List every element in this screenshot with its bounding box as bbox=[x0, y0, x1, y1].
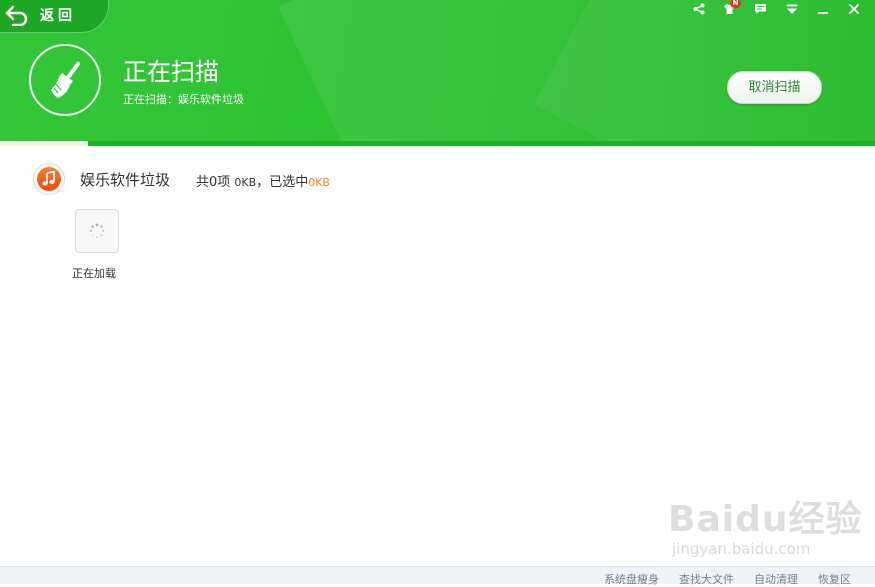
cancel-scan-button[interactable]: 取消扫描 bbox=[727, 71, 822, 104]
watermark-logo: Baidu经验 bbox=[668, 499, 863, 540]
footer-links: 系统盘瘦身 查找大文件 自动清理 恢复区 bbox=[604, 571, 851, 587]
category-stats: 共0项 0KB，已选中0KB bbox=[196, 171, 330, 190]
message-icon bbox=[755, 4, 766, 14]
share-icon bbox=[693, 3, 704, 15]
notification-badge: N bbox=[730, 0, 741, 8]
message-button[interactable] bbox=[745, 0, 776, 18]
footer-bar: 系统盘瘦身 查找大文件 自动清理 恢复区 bbox=[0, 566, 875, 587]
total-size: 0KB bbox=[234, 176, 257, 189]
footer-link-restore[interactable]: 恢复区 bbox=[818, 571, 851, 587]
broom-icon bbox=[51, 62, 80, 98]
broom-status-icon-frame bbox=[29, 44, 101, 116]
item-count: 共0项 bbox=[196, 175, 231, 190]
loading-label: 正在加载 bbox=[72, 267, 116, 280]
minimize-icon bbox=[817, 12, 828, 14]
loading-tile bbox=[75, 209, 119, 253]
scan-progress-bar bbox=[0, 141, 875, 146]
back-button[interactable]: 返回 bbox=[0, 0, 109, 33]
back-arrow-icon bbox=[5, 5, 28, 26]
selected-size: 0KB bbox=[308, 176, 330, 189]
window-controls: N bbox=[683, 0, 869, 20]
spinner-icon bbox=[89, 223, 105, 239]
footer-link-find-large-files[interactable]: 查找大文件 bbox=[679, 571, 734, 587]
page-title: 正在扫描 bbox=[123, 58, 219, 86]
close-button[interactable] bbox=[838, 0, 869, 18]
minimize-button[interactable] bbox=[807, 0, 838, 18]
share-button[interactable] bbox=[683, 0, 714, 18]
category-row[interactable]: 娱乐软件垃圾 共0项 0KB，已选中0KB bbox=[34, 162, 634, 194]
selected-prefix: ，已选中 bbox=[256, 175, 309, 190]
scan-status-text: 正在扫描：娱乐软件垃圾 bbox=[123, 93, 244, 106]
footer-link-system-disk[interactable]: 系统盘瘦身 bbox=[604, 571, 659, 587]
scan-progress-fill bbox=[0, 141, 88, 146]
header-decoration bbox=[534, 0, 875, 146]
baidu-watermark: Baidu经验 jingyan.baidu.com bbox=[668, 486, 861, 566]
watermark-url: jingyan.baidu.com bbox=[672, 540, 811, 558]
music-note-icon bbox=[42, 171, 55, 186]
category-icon-frame bbox=[34, 164, 64, 194]
skin-button[interactable]: N bbox=[714, 0, 745, 18]
header-banner: 返回 N 正在扫描 正在扫描：娱乐软件垃圾 取消扫描 bbox=[0, 0, 875, 146]
footer-link-auto-clean[interactable]: 自动清理 bbox=[754, 571, 798, 587]
category-name: 娱乐软件垃圾 bbox=[80, 171, 171, 189]
back-label: 返回 bbox=[40, 8, 76, 24]
menu-button[interactable] bbox=[776, 0, 807, 18]
menu-dropdown-icon bbox=[786, 4, 797, 14]
close-icon bbox=[848, 3, 859, 15]
